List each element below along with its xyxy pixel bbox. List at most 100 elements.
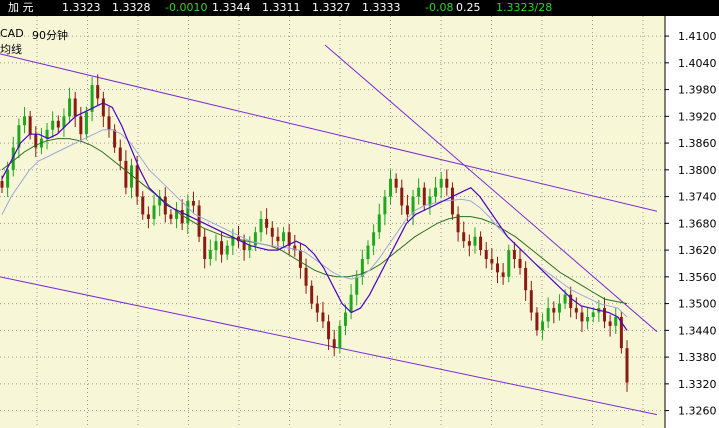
candle-body [625, 348, 629, 383]
y-tick-label: 1.3800 [678, 164, 717, 177]
candle-body [253, 232, 257, 246]
candle-body [79, 116, 83, 135]
candle-body [405, 205, 409, 215]
candle-body [327, 321, 331, 340]
candle-body [68, 98, 72, 117]
candle-body [332, 339, 336, 349]
candle-body [282, 232, 286, 242]
candle-body [321, 312, 325, 322]
legend-period: 90分钟 [32, 29, 68, 42]
candle-body [51, 120, 55, 130]
candle-body [512, 250, 516, 260]
candle-body [186, 201, 190, 224]
candle-body [349, 294, 353, 313]
candle-body [552, 308, 556, 313]
candle-body [73, 98, 77, 117]
candle-body [208, 250, 212, 260]
candle-body [394, 178, 398, 188]
candle-body [101, 98, 105, 117]
y-tick-label: 1.3980 [678, 84, 717, 97]
y-tick-label: 1.3500 [678, 298, 717, 311]
candle-body [6, 169, 10, 188]
candle-body [220, 241, 224, 255]
y-tick-label: 1.3620 [678, 244, 717, 257]
y-tick-label: 1.3380 [678, 351, 717, 364]
candle-body [191, 201, 195, 206]
candle-body [276, 236, 280, 242]
candle-body [84, 111, 88, 135]
candle-body [507, 250, 511, 277]
candle-body [377, 214, 381, 233]
candle-body [163, 196, 167, 215]
y-tick-label: 1.3920 [678, 110, 717, 123]
candle-body [389, 178, 393, 197]
candle-body [315, 303, 319, 313]
y-tick-label: 1.3320 [678, 378, 717, 391]
candle-body [107, 116, 111, 130]
candle-body [490, 259, 494, 264]
y-tick-label: 1.4040 [678, 57, 717, 70]
candle-body [417, 187, 421, 197]
candle-body [214, 241, 218, 251]
y-tick-label: 1.4100 [678, 30, 717, 43]
candle-body [141, 196, 145, 215]
candle-body [259, 218, 263, 233]
candle-body [574, 308, 578, 313]
y-tick-label: 1.3260 [678, 405, 717, 418]
candle-body [270, 227, 274, 237]
candle-body [586, 316, 590, 322]
candle-body [518, 259, 522, 268]
y-tick-label: 1.3860 [678, 137, 717, 150]
candle-body [467, 241, 471, 246]
candle-body [343, 312, 347, 326]
candle-body [591, 312, 595, 317]
candle-body [608, 321, 612, 326]
candle-body [113, 129, 117, 148]
candle-body [152, 205, 156, 219]
candle-body [0, 180, 4, 188]
candle-body [557, 303, 561, 313]
y-tick-label: 1.3680 [678, 217, 717, 230]
candle-body [495, 263, 499, 273]
candle-body [529, 290, 533, 313]
candle-body [614, 316, 618, 326]
candle-body [169, 214, 173, 219]
candle-body [124, 160, 128, 188]
candle-body [298, 250, 302, 268]
candle-body [265, 218, 269, 228]
candle-body [563, 294, 567, 304]
candle-body [366, 245, 370, 260]
candle-body [450, 187, 454, 215]
price-chart: 1.4100 1.4040 1.3980 1.3920 1.3860 1.3800 1.37… [0, 16, 719, 428]
candle-body [422, 187, 426, 206]
candle-body [541, 321, 545, 331]
candle-body [383, 196, 387, 215]
legend-indicator: 均线 [0, 43, 22, 56]
candle-body [400, 187, 404, 206]
y-tick-label: 1.3740 [678, 191, 717, 204]
candle-body [546, 308, 550, 322]
candle-body [310, 285, 314, 304]
candle-body [355, 276, 359, 295]
candle-body [524, 267, 528, 291]
legend-pair: CAD [0, 27, 24, 40]
candle-body [462, 232, 466, 242]
candle-body [535, 312, 539, 331]
candle-body [118, 147, 122, 161]
candle-body [434, 187, 438, 197]
candle-body [225, 245, 229, 255]
candle-body [372, 232, 376, 246]
candle-body [484, 250, 488, 260]
candle-body [203, 236, 207, 260]
candle-body [146, 214, 150, 219]
candle-body [96, 85, 100, 99]
candle-body [580, 312, 584, 322]
y-tick-label: 1.3560 [678, 271, 717, 284]
candle-body [338, 325, 342, 349]
candle-body [28, 116, 32, 135]
candle-body [304, 267, 308, 286]
candle-body [445, 178, 449, 188]
candle-body [56, 120, 60, 128]
candle-body [479, 236, 483, 251]
candle-body [439, 178, 443, 188]
